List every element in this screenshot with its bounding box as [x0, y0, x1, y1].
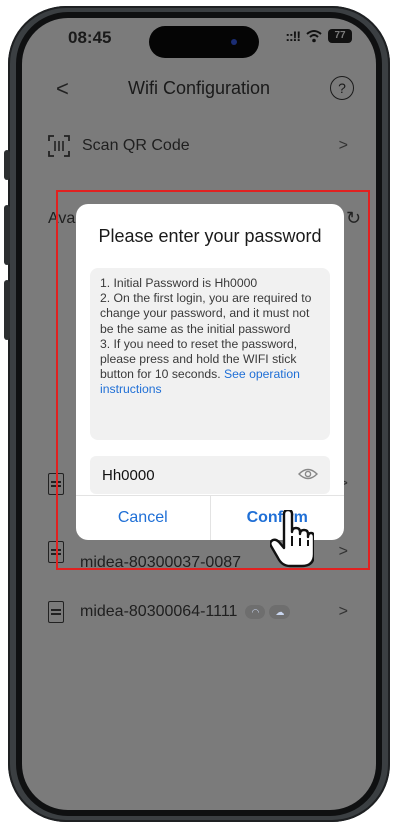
device-icon	[48, 601, 64, 623]
wifi-status-icon	[306, 30, 322, 43]
info-line: 1. Initial Password is Hh0000	[100, 276, 258, 290]
dialog-title: Please enter your password	[98, 226, 322, 246]
wifi-icon: ◠	[245, 605, 266, 619]
password-info-box: 1. Initial Password is Hh0000 2. On the …	[90, 268, 330, 440]
info-line: 2. On the first login, you are required …	[100, 291, 312, 336]
help-icon[interactable]: ?	[330, 76, 354, 100]
cloud-icon: ☁	[269, 605, 291, 619]
qr-scan-icon	[48, 135, 70, 157]
password-input[interactable]	[100, 465, 284, 485]
pointer-hand-icon	[270, 510, 314, 568]
dynamic-island	[149, 26, 259, 58]
status-icons: ::!! 77	[285, 28, 352, 44]
volume-up-button	[4, 205, 10, 265]
page-title: Wifi Configuration	[127, 78, 271, 98]
scan-qr-label: Scan QR Code	[82, 137, 190, 154]
password-field[interactable]	[90, 456, 330, 494]
password-dialog: Please enter your password 1. Initial Pa…	[76, 204, 344, 540]
status-time: 08:45	[68, 28, 112, 47]
chevron-right-icon: >	[338, 137, 348, 154]
cancel-button[interactable]: Cancel	[76, 496, 211, 540]
signal-icon: ::!!	[285, 28, 301, 44]
volume-down-button	[4, 280, 10, 340]
mute-switch	[4, 150, 10, 180]
device-name: midea-80300064-1111	[80, 603, 238, 620]
battery-icon: 77	[328, 29, 352, 43]
scan-qr-row[interactable]: Scan QR Code >	[48, 126, 358, 166]
eye-icon[interactable]	[298, 467, 318, 481]
device-row[interactable]: midea-80300064-1111 ◠ ☁ >	[48, 592, 358, 632]
chevron-right-icon: >	[338, 603, 348, 620]
screen: 08:45 ::!! 77 < Wifi Configuration ? Sca…	[22, 18, 376, 810]
info-line: 3. If you need to reset the password, pl…	[100, 337, 320, 398]
camera-dot	[231, 39, 237, 45]
